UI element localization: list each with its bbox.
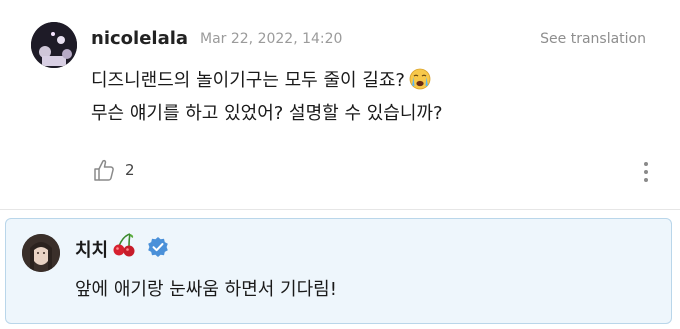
thumbs-up-icon[interactable] [93,158,115,182]
reply-avatar[interactable] [22,234,60,272]
comment-body: 디즈니랜드의 놀이기구는 모두 줄이 길죠? 무슨 얘기를 하고 있었어? 설명… [91,64,651,130]
comment-timestamp: Mar 22, 2022, 14:20 [200,31,343,47]
see-translation-link[interactable]: See translation [540,31,646,47]
more-dot [644,170,648,174]
comment-line-1-text: 디즈니랜드의 놀이기구는 모두 줄이 길죠? [91,70,405,91]
user-avatar[interactable] [31,22,77,68]
like-count: 2 [125,161,135,179]
comment-line-2: 무슨 얘기를 하고 있었어? 설명할 수 있습니까? [91,103,443,124]
comment-username[interactable]: nicolelala [91,28,188,49]
comment-thread: nicolelala Mar 22, 2022, 14:20 See trans… [0,0,680,329]
comment-line-1: 디즈니랜드의 놀이기구는 모두 줄이 길죠? [91,64,651,97]
more-dot [644,178,648,182]
crying-face-icon [409,68,431,90]
divider [0,209,680,210]
reply-body: 앞에 애기랑 눈싸움 하면서 기다림! [75,279,337,300]
cherries-icon [113,233,135,257]
verified-badge-icon [148,237,168,257]
reply-username[interactable]: 치치 [75,236,108,262]
comment-card: nicolelala Mar 22, 2022, 14:20 See trans… [0,0,680,210]
more-options-icon[interactable] [636,160,656,184]
more-dot [644,162,648,166]
reply-card: 치치 앞에 애기랑 눈싸움 하면서 기다림! [5,218,672,324]
